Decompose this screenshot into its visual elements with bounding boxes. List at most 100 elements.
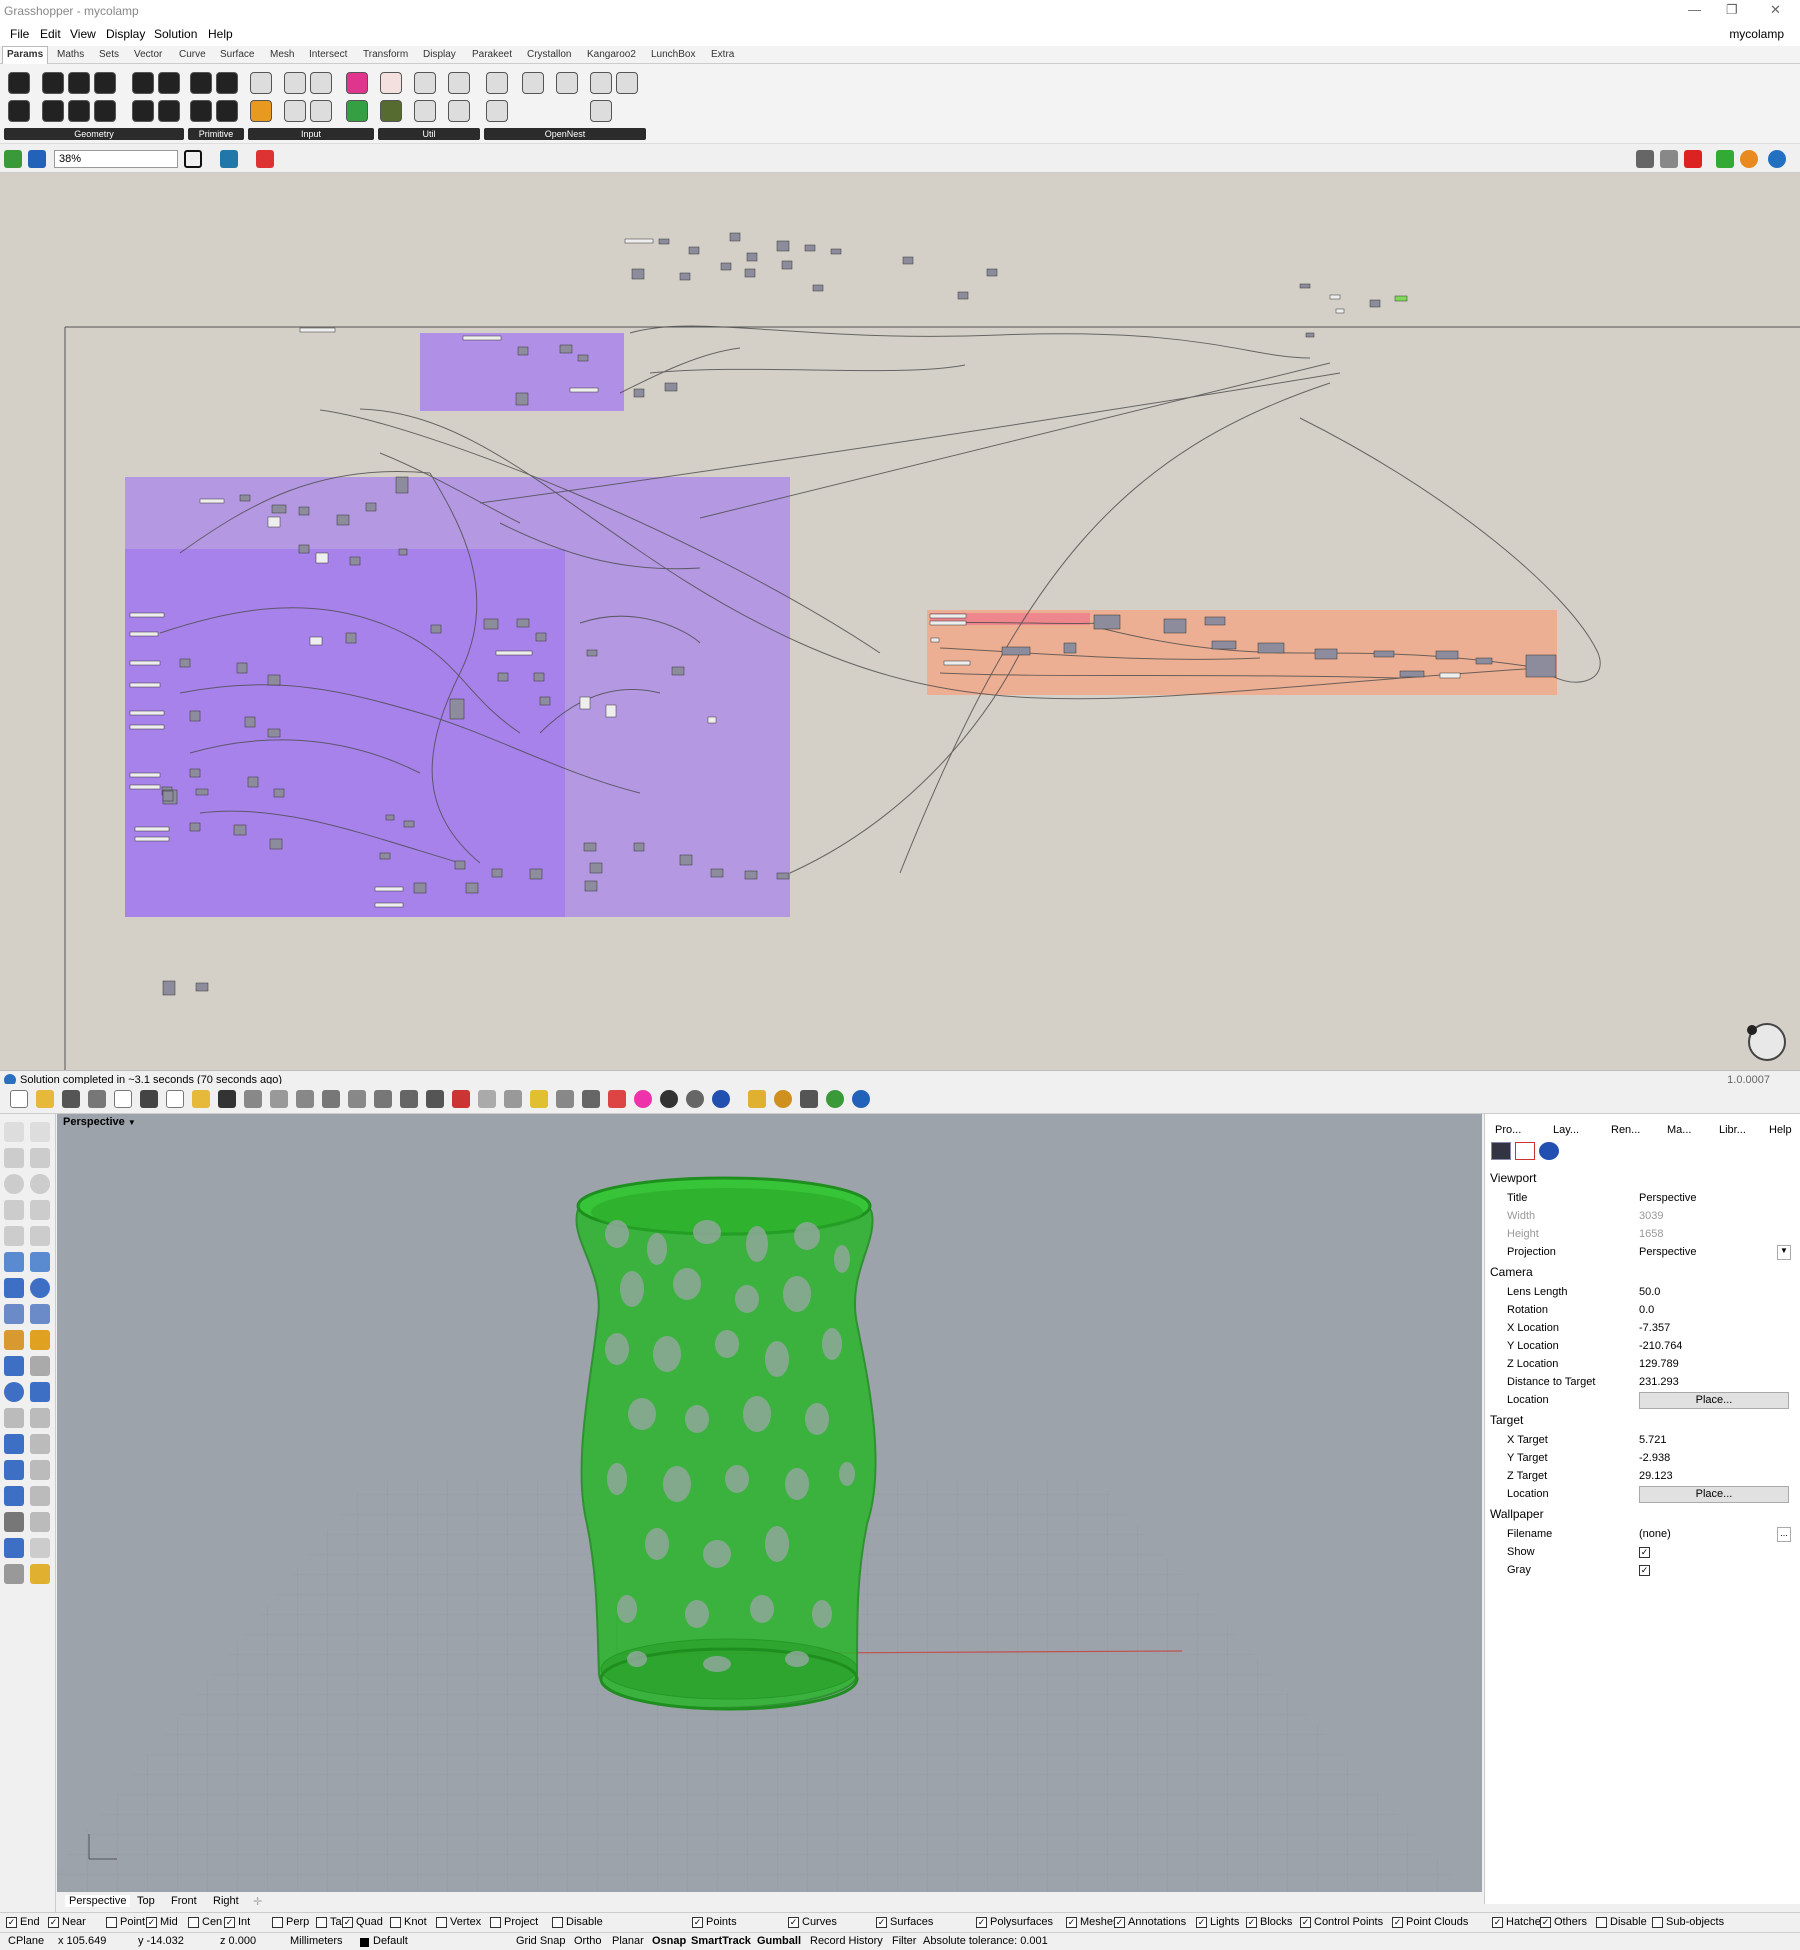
solid-tool-icon[interactable] — [4, 1382, 24, 1402]
dimension-icon[interactable] — [800, 1090, 818, 1108]
osnap-tan-checkbox[interactable] — [316, 1916, 327, 1928]
prop-z-location-value[interactable]: 129.789 — [1639, 1358, 1679, 1370]
cylinder-tool-icon[interactable] — [4, 1304, 24, 1324]
projection-dropdown-icon[interactable]: ▼ — [1777, 1245, 1791, 1260]
filter-polysurfaces-checkbox[interactable]: ✓ — [976, 1916, 987, 1928]
move-tool-icon[interactable] — [4, 1460, 24, 1480]
prop-x-location-value[interactable]: -7.357 — [1639, 1322, 1670, 1334]
zoom-extents-icon[interactable] — [184, 150, 202, 168]
grasshopper-canvas[interactable] — [0, 173, 1800, 1070]
tab-mesh[interactable]: Mesh — [270, 49, 294, 60]
boolean-tool-icon[interactable] — [4, 1330, 24, 1350]
viewport-tab-top[interactable]: Top — [137, 1895, 155, 1907]
dimension-tool-icon[interactable] — [30, 1486, 50, 1506]
filter-curves-checkbox[interactable]: ✓ — [788, 1916, 799, 1928]
tree-icon[interactable] — [380, 100, 402, 122]
osnap-disable[interactable]: Disable — [552, 1916, 603, 1928]
analyze-tool-icon[interactable] — [30, 1512, 50, 1532]
restore-icon[interactable]: ❐ — [1726, 2, 1738, 18]
record-history-toggle[interactable]: Record History — [810, 1935, 883, 1947]
close-icon[interactable]: ✕ — [1770, 2, 1781, 18]
toggle-icon[interactable] — [284, 100, 306, 122]
cplane-icon[interactable] — [504, 1090, 522, 1108]
wireframe-sphere-icon[interactable] — [660, 1090, 678, 1108]
menu-view[interactable]: View — [70, 27, 96, 41]
filter-lights[interactable]: ✓ Lights — [1196, 1916, 1239, 1928]
browse-button[interactable]: ... — [1777, 1527, 1791, 1542]
layer-icon[interactable] — [608, 1090, 626, 1108]
object-properties-icon[interactable] — [1539, 1142, 1559, 1160]
extrude-tool-icon[interactable] — [4, 1356, 24, 1376]
paste-icon[interactable] — [192, 1090, 210, 1108]
gradient-icon[interactable] — [346, 72, 368, 94]
open-icon[interactable] — [36, 1090, 54, 1108]
filter-points-checkbox[interactable]: ✓ — [692, 1916, 703, 1928]
shaded-preview-icon[interactable] — [1684, 150, 1702, 168]
zoom-window-icon[interactable] — [322, 1090, 340, 1108]
field-param-icon[interactable] — [158, 100, 180, 122]
viewport-tab-right[interactable]: Right — [213, 1895, 239, 1907]
render-tool-icon[interactable] — [4, 1538, 24, 1558]
ortho-toggle[interactable]: Ortho — [574, 1935, 602, 1947]
import-icon[interactable] — [250, 72, 272, 94]
filter-surfaces-checkbox[interactable]: ✓ — [876, 1916, 887, 1928]
mirror-tool-icon[interactable] — [4, 1486, 24, 1506]
car-icon[interactable] — [452, 1090, 470, 1108]
text-param-icon[interactable] — [216, 100, 238, 122]
split-tool-icon[interactable] — [30, 1356, 50, 1376]
menu-file[interactable]: File — [10, 27, 29, 41]
prop-lens-value[interactable]: 50.0 — [1639, 1286, 1660, 1298]
mesh-tool-icon[interactable] — [30, 1304, 50, 1324]
page-icon[interactable] — [114, 1090, 132, 1108]
osnap-mid[interactable]: ✓ Mid — [146, 1916, 178, 1928]
select-icon[interactable] — [478, 1090, 496, 1108]
ellipse-tool-icon[interactable] — [30, 1174, 50, 1194]
arrow-out-icon[interactable] — [414, 100, 436, 122]
panel-tab-rendering[interactable]: Ren... — [1611, 1124, 1640, 1136]
select-arrow-icon[interactable] — [4, 1122, 24, 1142]
camera-icon[interactable] — [1491, 1142, 1511, 1160]
osnap-toggle[interactable]: Osnap — [652, 1935, 686, 1947]
surface-param-icon[interactable] — [94, 72, 116, 94]
lock-icon[interactable] — [582, 1090, 600, 1108]
list-icon[interactable] — [310, 100, 332, 122]
rectangle-tool-icon[interactable] — [30, 1200, 50, 1220]
osnap-near[interactable]: ✓ Near — [48, 1916, 86, 1928]
undo-view-icon[interactable] — [400, 1090, 418, 1108]
cube-icon[interactable] — [590, 100, 612, 122]
matrix-icon[interactable] — [346, 100, 368, 122]
filter-annotations-checkbox[interactable]: ✓ — [1114, 1916, 1125, 1928]
cplane-label[interactable]: CPlane — [8, 1935, 44, 1947]
prop-projection-value[interactable]: Perspective — [1639, 1246, 1696, 1258]
wand-icon[interactable] — [748, 1090, 766, 1108]
camera-place-button[interactable]: Place... — [1639, 1392, 1789, 1409]
join-tool-icon[interactable] — [30, 1408, 50, 1428]
panel-tab-help[interactable]: Help — [1769, 1124, 1792, 1136]
osnap-disable-checkbox[interactable] — [552, 1916, 563, 1928]
filter-polysurfaces[interactable]: ✓ Polysurfaces — [976, 1916, 1053, 1928]
tab-crystallon[interactable]: Crystallon — [527, 49, 571, 60]
prop-y-target-value[interactable]: -2.938 — [1639, 1452, 1670, 1464]
copy-icon[interactable] — [166, 1090, 184, 1108]
viewport-icon[interactable] — [1515, 1142, 1535, 1160]
save-icon[interactable] — [28, 150, 46, 168]
calculator-icon[interactable] — [284, 72, 306, 94]
navigation-compass-icon[interactable] — [1747, 1023, 1786, 1061]
scale-tool-icon[interactable] — [30, 1434, 50, 1454]
osnap-near-checkbox[interactable]: ✓ — [48, 1916, 59, 1928]
filter-point-clouds[interactable]: ✓ Point Clouds — [1392, 1916, 1468, 1928]
array-tool-icon[interactable] — [4, 1512, 24, 1532]
prop-filename-value[interactable]: (none) — [1639, 1528, 1671, 1540]
smarttrack-toggle[interactable]: SmartTrack — [691, 1935, 751, 1947]
osnap-quad[interactable]: ✓ Quad — [342, 1916, 383, 1928]
osnap-point-checkbox[interactable] — [106, 1916, 117, 1928]
shaded-sphere-icon[interactable] — [686, 1090, 704, 1108]
gray-checkbox[interactable]: ✓ — [1639, 1564, 1650, 1576]
filter-point-clouds-checkbox[interactable]: ✓ — [1392, 1916, 1403, 1928]
polygon-tool-icon[interactable] — [4, 1226, 24, 1246]
filter-control-points[interactable]: ✓ Control Points — [1300, 1916, 1383, 1928]
new-icon[interactable] — [10, 1090, 28, 1108]
osnap-vertex-checkbox[interactable] — [436, 1916, 447, 1928]
check-tool-icon[interactable] — [30, 1538, 50, 1558]
target-place-button[interactable]: Place... — [1639, 1486, 1789, 1503]
